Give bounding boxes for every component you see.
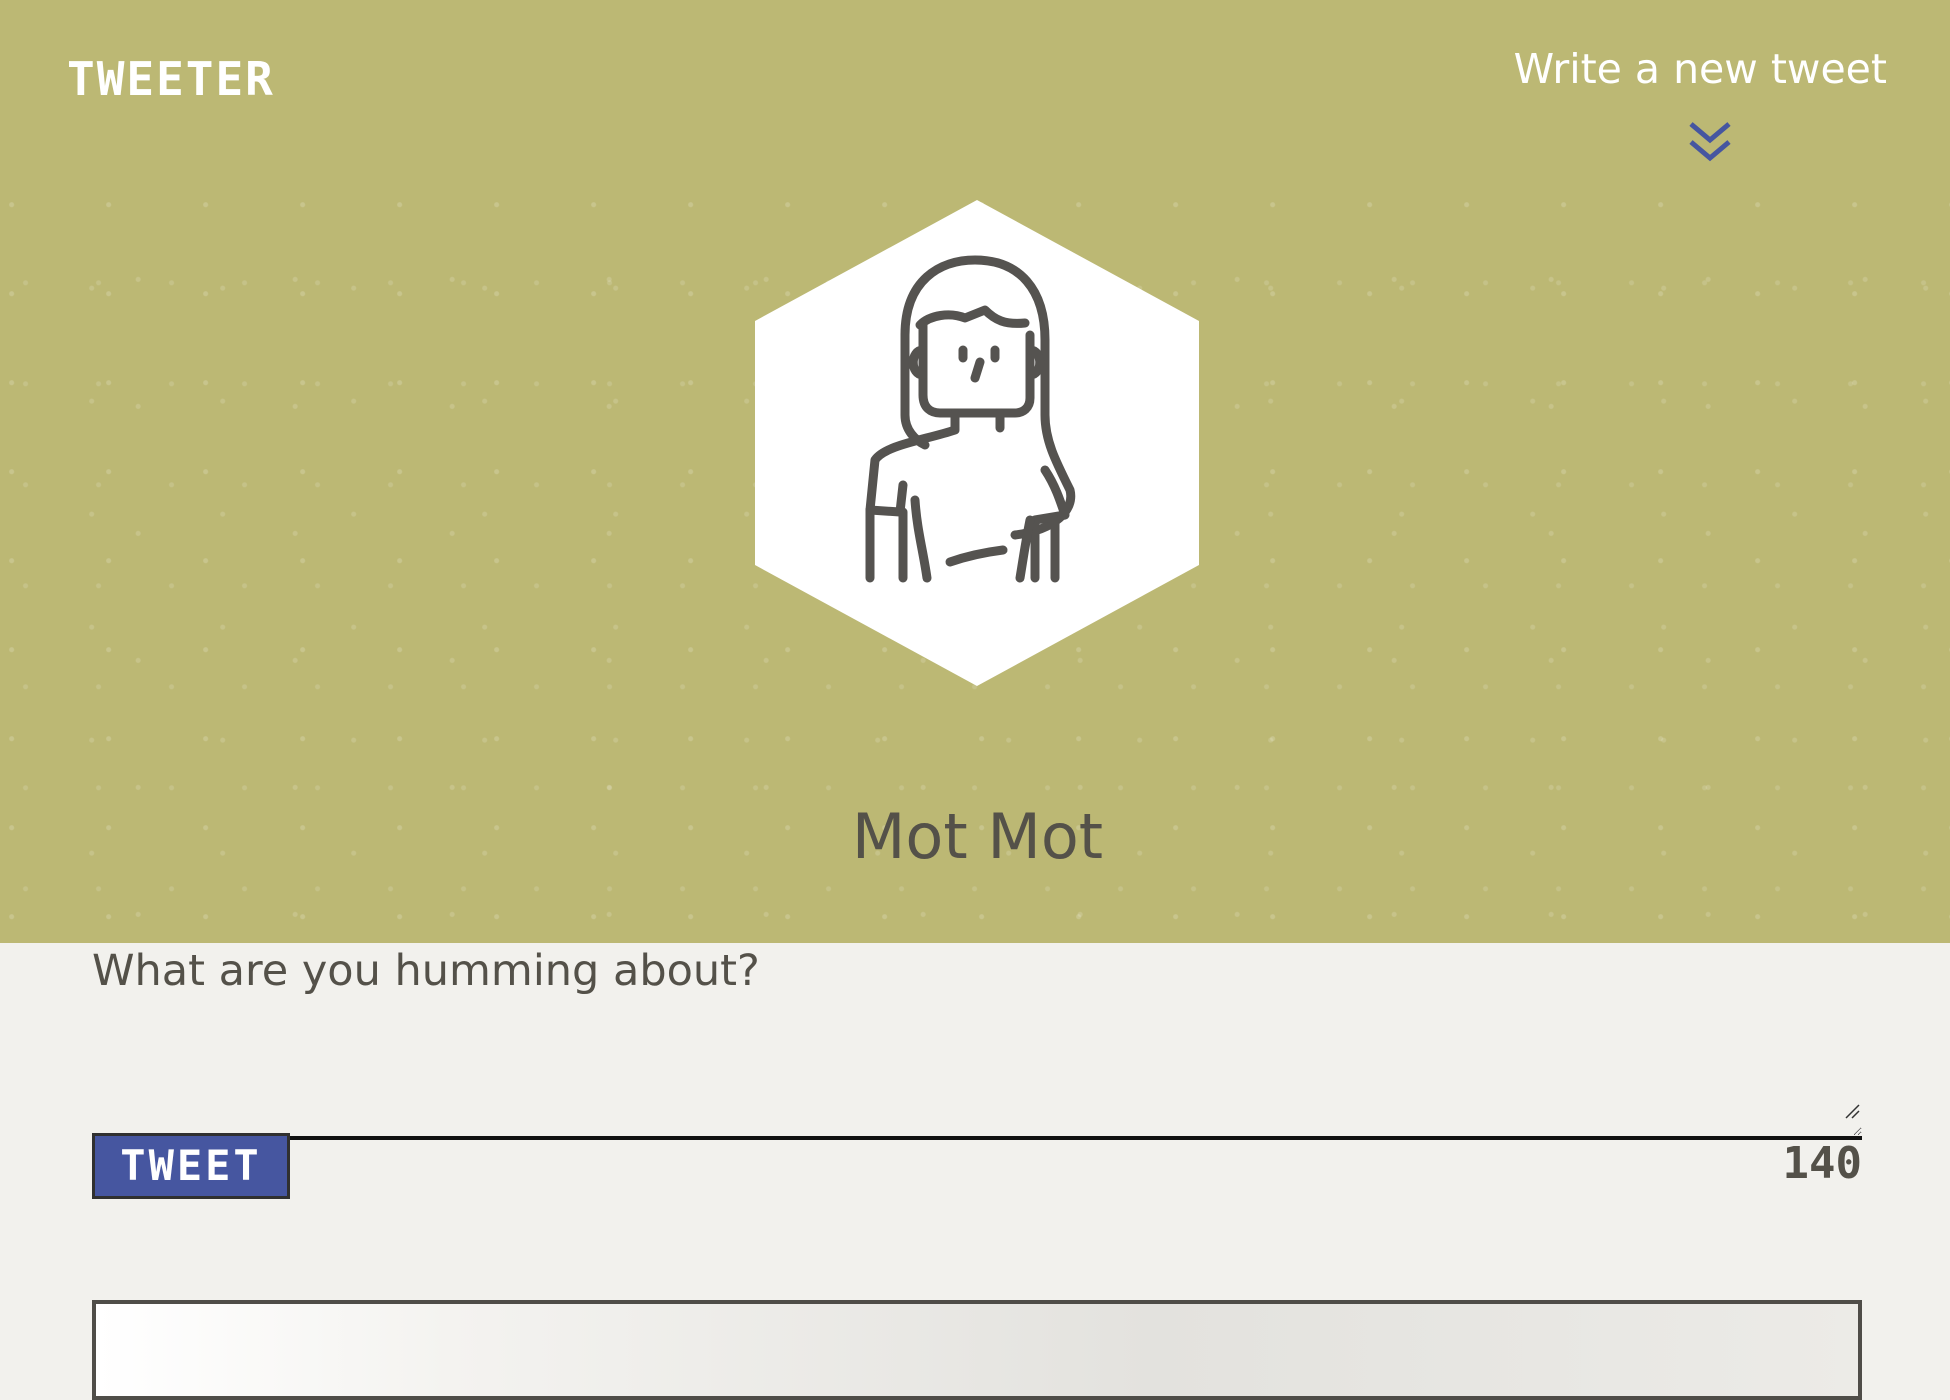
tweet-submit-button[interactable]: TWEET <box>92 1133 290 1199</box>
logo[interactable]: TWEETER <box>67 52 275 106</box>
nav-bar: TWEETER Write a new tweet <box>0 0 1950 200</box>
write-new-tweet-link[interactable]: Write a new tweet <box>1514 45 1887 93</box>
avatar <box>755 200 1199 686</box>
character-counter: 140 <box>1782 1138 1862 1189</box>
tweet-textarea[interactable] <box>92 1023 1862 1140</box>
tweet-card <box>92 1300 1862 1400</box>
double-chevron-down-icon[interactable] <box>1685 118 1735 168</box>
composer-prompt: What are you humming about? <box>92 946 760 996</box>
profile-name: Mot Mot <box>851 800 1104 873</box>
woman-avatar-icon <box>755 200 1199 686</box>
resize-grip-icon[interactable] <box>1844 1103 1860 1119</box>
